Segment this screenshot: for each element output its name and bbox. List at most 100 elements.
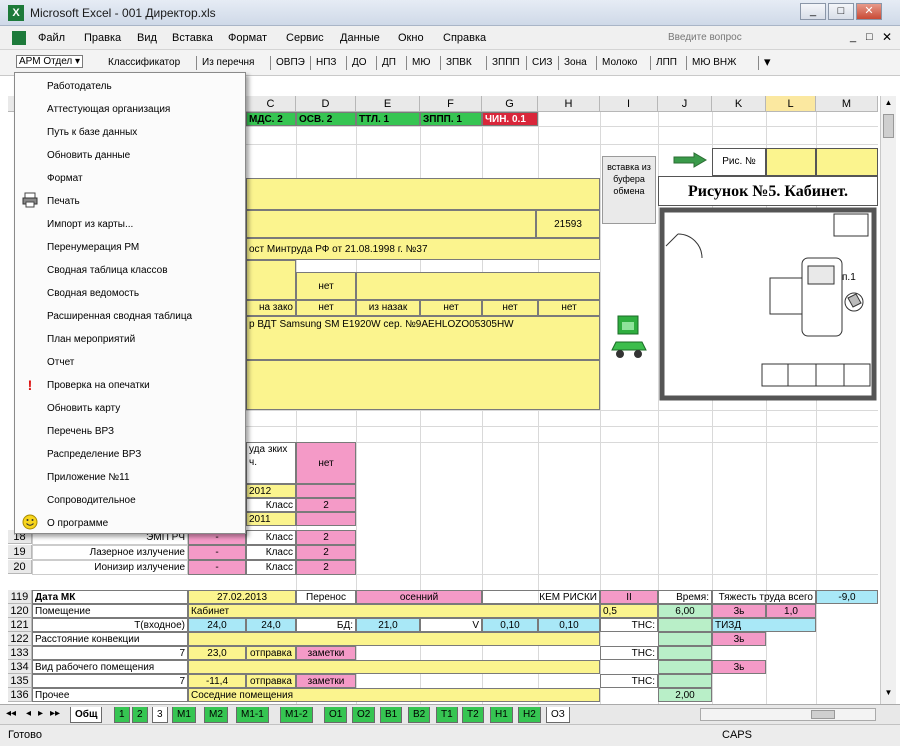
office-floor-plan[interactable]: п.1 bbox=[658, 206, 878, 406]
scroll-down-icon[interactable]: ▼ bbox=[883, 688, 894, 700]
sheet-tab-m1-1[interactable]: М1-1 bbox=[236, 707, 269, 723]
toolbar-from-list[interactable]: Из перечня bbox=[202, 57, 254, 68]
insert-from-clipboard-button[interactable]: вставка из буфера обмена bbox=[602, 156, 656, 224]
cell-e-header[interactable]: ТТЛ. 1 bbox=[356, 112, 420, 126]
column-header-j[interactable]: J bbox=[658, 96, 712, 112]
cell-r134-yellow[interactable] bbox=[188, 660, 600, 674]
menu-tools[interactable]: Сервис bbox=[286, 32, 324, 44]
menu-item-import-card[interactable]: Импорт из карты... bbox=[15, 213, 245, 236]
sheet-tab-1[interactable]: 1 bbox=[114, 707, 130, 723]
workbook-icon[interactable] bbox=[12, 31, 26, 45]
cell-2012[interactable]: 2012 bbox=[246, 484, 296, 498]
menu-item-refresh-card[interactable]: Обновить карту bbox=[15, 397, 245, 420]
cell-r19-b[interactable]: - bbox=[188, 545, 246, 560]
yellow-block-5[interactable] bbox=[246, 360, 600, 410]
sheet-tab-v2[interactable]: В2 bbox=[408, 707, 431, 723]
column-header-g[interactable]: G bbox=[482, 96, 538, 112]
scroll-up-icon[interactable]: ▲ bbox=[883, 98, 894, 110]
cell-r18-v[interactable]: 2 bbox=[296, 530, 356, 545]
column-header-e[interactable]: E bbox=[356, 96, 420, 112]
toolbar-myu-vnzh[interactable]: МЮ ВНЖ bbox=[692, 57, 736, 68]
cell-r20-label[interactable]: Ионизир излучение bbox=[32, 560, 188, 575]
cell-value-2a[interactable]: 2 bbox=[296, 498, 356, 512]
cell-r119-date[interactable]: 27.02.2013 bbox=[188, 590, 296, 604]
column-header-i[interactable]: I bbox=[600, 96, 658, 112]
yellow-block-4[interactable] bbox=[356, 272, 600, 300]
cell-r119-time[interactable]: Время: bbox=[658, 590, 712, 604]
column-header-l[interactable]: L bbox=[766, 96, 816, 112]
cell-r121-green[interactable] bbox=[658, 618, 712, 632]
cell-r135-label[interactable]: 7 bbox=[32, 674, 188, 688]
cell-r134-label[interactable]: Вид рабочего помещения bbox=[32, 660, 188, 674]
cell-klass-header[interactable]: уда зких ч. bbox=[246, 442, 296, 484]
menu-view[interactable]: Вид bbox=[137, 32, 157, 44]
row-header-19[interactable]: 19 bbox=[8, 545, 32, 559]
cell-f-header[interactable]: ЗППП. 1 bbox=[420, 112, 482, 126]
cell-r121-tns[interactable]: ТНС: bbox=[600, 618, 658, 632]
menu-item-refresh-data[interactable]: Обновить данные bbox=[15, 144, 245, 167]
row-header-134[interactable]: 134 bbox=[8, 660, 32, 674]
cell-net-pink[interactable]: нет bbox=[296, 442, 356, 484]
cell-r121-a[interactable]: 24,0 bbox=[188, 618, 246, 632]
menu-item-class-summary[interactable]: Сводная таблица классов bbox=[15, 259, 245, 282]
cell-klass-1[interactable]: Класс bbox=[246, 498, 296, 512]
cell-r135-tns[interactable]: ТНС: bbox=[600, 674, 658, 688]
cell-r122-3b[interactable]: 3ь bbox=[712, 632, 766, 646]
toolbar-options-icon[interactable]: ▾ bbox=[764, 54, 771, 70]
cell-r18-k[interactable]: Класс bbox=[246, 530, 296, 545]
cell-r121-d[interactable]: 0,10 bbox=[482, 618, 538, 632]
cell-r136-label[interactable]: Прочее bbox=[32, 688, 188, 702]
menu-item-appendix-11[interactable]: Приложение №11 bbox=[15, 466, 245, 489]
cell-net-5[interactable]: нет bbox=[538, 300, 600, 316]
sheet-tab-3[interactable]: 3 bbox=[152, 707, 168, 723]
column-header-h[interactable]: H bbox=[538, 96, 600, 112]
menu-item-employer[interactable]: Работодатель bbox=[15, 75, 245, 98]
cell-r133-label[interactable]: 7 bbox=[32, 646, 188, 660]
cell-r122-green[interactable] bbox=[658, 632, 712, 646]
sheet-tab-o1[interactable]: О1 bbox=[324, 707, 348, 723]
menu-insert[interactable]: Вставка bbox=[172, 32, 213, 44]
hscroll-thumb[interactable] bbox=[811, 710, 835, 719]
row-header-136[interactable]: 136 bbox=[8, 688, 32, 702]
column-header-c[interactable]: C bbox=[246, 96, 296, 112]
yellow-block-2[interactable] bbox=[246, 210, 536, 238]
sheet-tab-n2[interactable]: Н2 bbox=[518, 707, 541, 723]
question-box[interactable]: Введите вопрос bbox=[668, 32, 742, 43]
menu-item-extended-summary[interactable]: Расширенная сводная таблица bbox=[15, 305, 245, 328]
cell-r134-3b[interactable]: 3ь bbox=[712, 660, 766, 674]
menu-edit[interactable]: Правка bbox=[84, 32, 121, 44]
cell-net-2[interactable]: нет bbox=[296, 300, 356, 316]
sheet-tab-oz[interactable]: ОЗ bbox=[546, 707, 570, 723]
row-header-120[interactable]: 120 bbox=[8, 604, 32, 618]
toolbar-milk[interactable]: Молоко bbox=[602, 57, 637, 68]
cell-r119-season[interactable]: осенний bbox=[356, 590, 482, 604]
picture-ref-number[interactable] bbox=[766, 148, 816, 176]
cell-iz-nazak[interactable]: из назак bbox=[356, 300, 420, 316]
cell-r135-green[interactable] bbox=[658, 674, 712, 688]
toolbar-zppp[interactable]: ЗППП bbox=[492, 57, 520, 68]
tab-first-icon[interactable]: ◂◂ bbox=[6, 708, 16, 719]
cell-r135-c[interactable]: заметки bbox=[296, 674, 356, 688]
cell-pink-blank-1[interactable] bbox=[296, 484, 356, 498]
toolbar-zone[interactable]: Зона bbox=[564, 57, 587, 68]
menu-data[interactable]: Данные bbox=[340, 32, 380, 44]
tab-last-icon[interactable]: ▸▸ bbox=[50, 708, 60, 719]
yellow-block-3[interactable] bbox=[246, 260, 296, 300]
column-header-d[interactable]: D bbox=[296, 96, 356, 112]
cell-r19-k[interactable]: Класс bbox=[246, 545, 296, 560]
horizontal-scrollbar[interactable] bbox=[700, 708, 876, 721]
toolbar-myu[interactable]: МЮ bbox=[412, 57, 430, 68]
column-header-k[interactable]: K bbox=[712, 96, 766, 112]
cell-net-3[interactable]: нет bbox=[420, 300, 482, 316]
sheet-tab-m2[interactable]: М2 bbox=[204, 707, 228, 723]
sheet-tab-m1[interactable]: М1 bbox=[172, 707, 196, 723]
cell-pink-blank-2[interactable] bbox=[296, 512, 356, 526]
sheet-tab-o2[interactable]: О2 bbox=[352, 707, 376, 723]
toolbar-do[interactable]: ДО bbox=[352, 57, 367, 68]
cell-r121-bd[interactable]: БД: bbox=[296, 618, 356, 632]
cell-r120-10[interactable]: 1,0 bbox=[766, 604, 816, 618]
cell-r136-neighbors[interactable]: Соседние помещения bbox=[188, 688, 600, 702]
cell-r120-600[interactable]: 6,00 bbox=[658, 604, 712, 618]
menu-item-db-path[interactable]: Путь к базе данных bbox=[15, 121, 245, 144]
menu-window[interactable]: Окно bbox=[398, 32, 424, 44]
